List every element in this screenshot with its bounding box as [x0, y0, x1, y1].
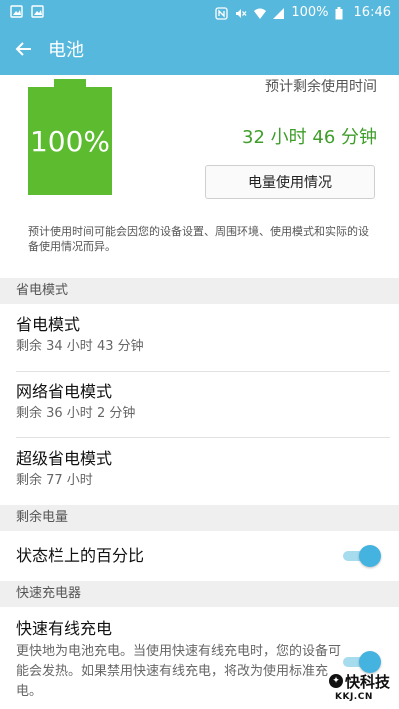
section-header-power-saving: 省电模式 — [0, 278, 399, 304]
battery-graphic-cap — [54, 79, 86, 87]
status-bar-percent-toggle[interactable] — [341, 544, 381, 568]
list-item-description: 更快地为电池充电。当使用快速有线充电时，您的设备可能会发热。如果禁用快速有线充电… — [16, 644, 342, 699]
wifi-icon — [253, 7, 267, 20]
list-item-subtitle: 剩余 77 小时 — [16, 473, 93, 488]
toggle-thumb — [359, 545, 381, 567]
battery-overview: 100% 预计剩余使用时间 32 小时 46 分钟 电量使用情况 预计使用时间可… — [0, 75, 399, 265]
page-title: 电池 — [48, 40, 84, 61]
list-item-status-bar-percent[interactable]: 状态栏上的百分比 — [0, 542, 399, 574]
watermark: ✦ 快科技 KKJ.CN — [329, 667, 393, 705]
list-item-ultra-saving-mode[interactable]: 超级省电模式 剩余 77 小时 — [0, 448, 399, 490]
image-icon — [31, 5, 44, 18]
arrow-left-icon — [14, 39, 34, 63]
battery-graphic: 100% — [28, 87, 112, 195]
watermark-subtext: KKJ.CN — [335, 691, 373, 702]
list-item-subtitle: 剩余 36 小时 2 分钟 — [16, 406, 136, 421]
battery-percent-text: 100% — [291, 5, 329, 20]
list-item-title: 网络省电模式 — [16, 382, 113, 401]
list-item-network-saving-mode[interactable]: 网络省电模式 剩余 36 小时 2 分钟 — [0, 381, 399, 423]
list-item-power-saving-mode[interactable]: 省电模式 剩余 34 小时 43 分钟 — [0, 314, 399, 356]
status-bar: 100% 16:46 — [0, 0, 399, 27]
watermark-logo-icon: ✦ — [329, 674, 343, 688]
watermark-text: 快科技 — [345, 672, 391, 691]
estimate-value: 32 小时 46 分钟 — [242, 127, 377, 148]
list-item-title: 快速有线充电 — [16, 619, 113, 638]
divider — [16, 437, 390, 438]
list-item-subtitle: 剩余 34 小时 43 分钟 — [16, 339, 144, 354]
battery-usage-button[interactable]: 电量使用情况 — [205, 165, 375, 199]
section-header-remaining: 剩余电量 — [0, 505, 399, 531]
battery-icon — [335, 6, 348, 20]
mute-icon — [234, 7, 247, 20]
image-icon — [10, 5, 23, 18]
app-bar: 电池 — [0, 27, 399, 75]
list-item-title: 状态栏上的百分比 — [16, 546, 145, 565]
estimate-disclaimer: 预计使用时间可能会因您的设备设置、周围环境、使用模式和实际的设备使用情况而异。 — [28, 225, 369, 253]
signal-icon — [272, 7, 285, 20]
list-item-title: 超级省电模式 — [16, 449, 113, 468]
section-header-fast-charger: 快速充电器 — [0, 581, 399, 607]
nfc-icon — [215, 6, 229, 20]
estimate-label: 预计剩余使用时间 — [265, 79, 377, 95]
list-item-title: 省电模式 — [16, 315, 81, 334]
back-button[interactable] — [8, 35, 40, 67]
battery-level-text: 100% — [29, 124, 111, 158]
divider — [16, 371, 390, 372]
clock-text: 16:46 — [353, 5, 391, 20]
